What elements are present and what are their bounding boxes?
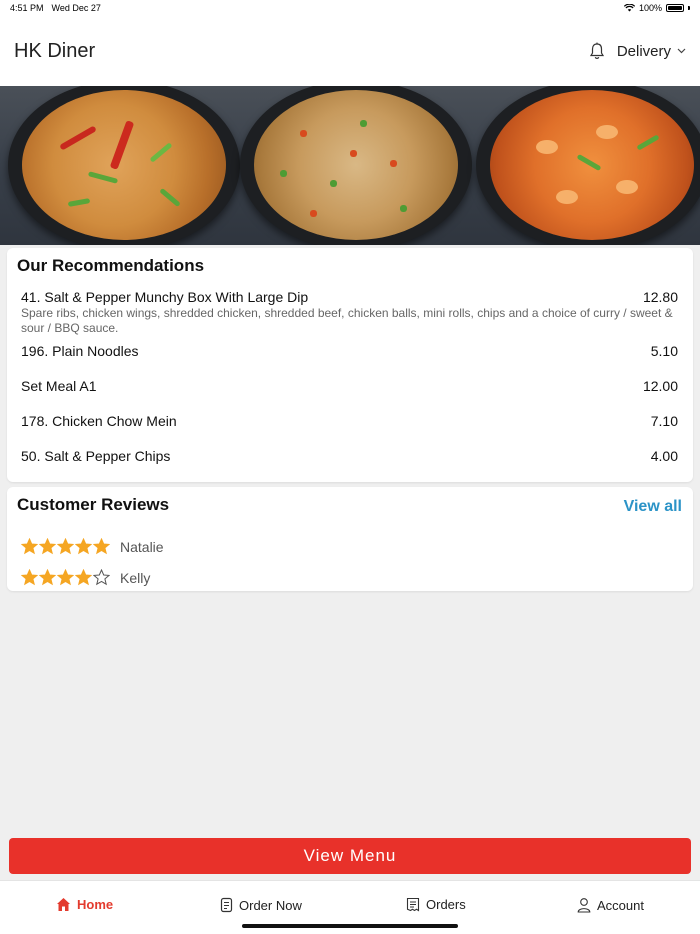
reviewer-name: Kelly [120, 569, 151, 586]
menu-item-price: 4.00 [650, 448, 678, 464]
recommendations-title: Our Recommendations [17, 256, 205, 275]
status-bar: 4:51 PM Wed Dec 27 100% [0, 0, 700, 16]
wifi-icon [623, 4, 635, 12]
menu-item-price: 12.80 [642, 289, 678, 305]
delivery-mode-selector[interactable]: Delivery [617, 43, 686, 60]
menu-item[interactable]: Set Meal A1 12.00 [21, 378, 678, 394]
star-filled-icon [21, 538, 38, 555]
menu-item[interactable]: 178. Chicken Chow Mein 7.10 [21, 413, 678, 429]
star-filled-icon [39, 569, 56, 586]
tab-account[interactable]: Account [577, 897, 644, 913]
reviewer-name: Natalie [120, 538, 164, 555]
tab-home[interactable]: Home [56, 897, 113, 912]
menu-item-name: 196. Plain Noodles [21, 343, 139, 359]
menu-item[interactable]: 196. Plain Noodles 5.10 [21, 343, 678, 359]
tab-orders[interactable]: Orders [406, 897, 466, 912]
rating-stars [21, 569, 110, 586]
star-filled-icon [21, 569, 38, 586]
menu-item-name: 50. Salt & Pepper Chips [21, 448, 171, 464]
tab-order-now[interactable]: Order Now [220, 897, 302, 913]
rating-stars [21, 538, 110, 555]
menu-item-description: Spare ribs, chicken wings, shredded chic… [21, 306, 673, 335]
review-item: Kelly [21, 569, 150, 586]
receipt-icon [406, 897, 420, 912]
status-date: Wed Dec 27 [51, 3, 101, 13]
menu-item[interactable]: 41. Salt & Pepper Munchy Box With Large … [21, 289, 678, 336]
star-filled-icon [75, 569, 92, 586]
star-filled-icon [93, 538, 110, 555]
page-title: HK Diner [14, 39, 96, 62]
view-all-reviews-link[interactable]: View all [624, 498, 682, 516]
tab-orders-label: Orders [426, 897, 466, 912]
chevron-down-icon [677, 48, 686, 54]
tab-home-label: Home [77, 897, 114, 912]
reviews-title: Customer Reviews [17, 495, 170, 514]
delivery-mode-label: Delivery [616, 42, 671, 60]
menu-item[interactable]: 50. Salt & Pepper Chips 4.00 [21, 448, 678, 464]
recommendations-card: Our Recommendations 41. Salt & Pepper Mu… [7, 248, 693, 482]
menu-item-name: 41. Salt & Pepper Munchy Box With Large … [21, 289, 309, 305]
battery-icon [666, 4, 684, 12]
star-filled-icon [57, 569, 74, 586]
bell-icon[interactable] [587, 41, 607, 61]
menu-item-name: Set Meal A1 [21, 378, 97, 394]
person-icon [577, 898, 591, 913]
star-empty-icon [93, 569, 110, 586]
view-menu-button[interactable]: View Menu [9, 838, 691, 874]
noodles-dish-image [8, 86, 240, 245]
order-icon [220, 897, 233, 913]
menu-item-price: 7.10 [650, 413, 678, 429]
prawns-dish-image [476, 86, 700, 245]
hero-banner [0, 86, 700, 245]
menu-item-name: 178. Chicken Chow Mein [21, 413, 177, 429]
home-indicator [242, 924, 458, 928]
fried-rice-dish-image [240, 86, 472, 245]
menu-item-price: 12.00 [642, 378, 678, 394]
status-time: 4:51 PM [10, 3, 44, 13]
tab-order-now-label: Order Now [239, 897, 302, 913]
battery-percent: 100% [638, 3, 662, 13]
review-item: Natalie [21, 538, 164, 555]
home-icon [57, 898, 70, 911]
star-filled-icon [39, 538, 56, 555]
reviews-card: Customer Reviews View all Natalie Kelly [7, 487, 693, 591]
star-filled-icon [57, 538, 74, 555]
menu-item-price: 5.10 [650, 343, 678, 359]
star-filled-icon [75, 538, 92, 555]
app-header: HK Diner Delivery [0, 16, 700, 86]
tab-account-label: Account [597, 897, 644, 913]
